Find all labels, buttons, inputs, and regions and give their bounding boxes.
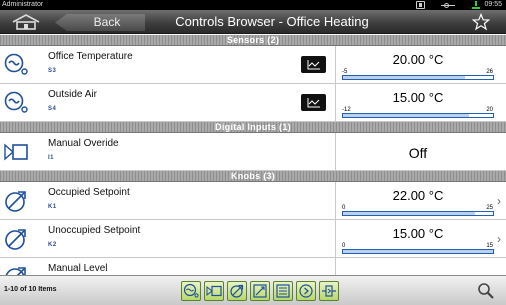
filter-knobs-button[interactable] bbox=[227, 281, 247, 301]
item-name: Unoccupied Setpoint bbox=[48, 225, 141, 236]
item-name: Office Temperature bbox=[48, 51, 133, 62]
item-id: S3 bbox=[48, 68, 57, 74]
item-id: K1 bbox=[48, 204, 57, 210]
item-count: 1-10 of 10 Items bbox=[4, 286, 57, 293]
home-icon bbox=[12, 14, 40, 30]
list-item-sensor[interactable]: Office Temperature S3 20.00 °C -5 26 bbox=[0, 46, 506, 84]
knob-icon bbox=[5, 229, 26, 250]
timer-icon bbox=[299, 284, 313, 298]
list-item-knob[interactable]: Manual Level bbox=[0, 258, 506, 275]
trend-chart-icon bbox=[307, 98, 320, 108]
vibrate-icon bbox=[416, 1, 425, 9]
title-bar: Back Controls Browser - Office Heating bbox=[0, 10, 506, 34]
item-id: S4 bbox=[48, 106, 57, 112]
trend-button[interactable] bbox=[301, 94, 326, 111]
filter-sensors-button[interactable] bbox=[181, 281, 201, 301]
chevron-right-icon[interactable]: › bbox=[497, 194, 501, 208]
sensor-icon bbox=[4, 91, 28, 113]
row-divider bbox=[335, 220, 336, 257]
row-divider bbox=[335, 133, 336, 170]
logic-icon bbox=[276, 284, 290, 298]
star-icon bbox=[471, 12, 491, 31]
item-id: I1 bbox=[48, 155, 55, 161]
value-bar bbox=[342, 75, 494, 80]
list-item-sensor[interactable]: Outside Air S4 15.00 °C -12 20 bbox=[0, 84, 506, 122]
row-divider bbox=[335, 258, 336, 275]
search-button[interactable] bbox=[477, 282, 495, 300]
knob-icon bbox=[5, 267, 26, 275]
value-bar bbox=[342, 211, 494, 216]
status-bar: Administrator 09:55 bbox=[0, 0, 506, 10]
filter-digital-inputs-button[interactable] bbox=[204, 281, 224, 301]
item-value: 20.00 °C bbox=[392, 52, 444, 67]
item-name: Occupied Setpoint bbox=[48, 187, 130, 198]
item-value: 22.00 °C bbox=[392, 188, 444, 203]
item-value: 15.00 °C bbox=[392, 90, 444, 105]
row-divider bbox=[335, 84, 336, 121]
list-item-digital-input[interactable]: Manual Overide I1 Off bbox=[0, 133, 506, 171]
filter-timers-button[interactable] bbox=[296, 281, 316, 301]
section-header-digital-inputs: Digital Inputs (1) bbox=[0, 122, 506, 133]
value-bar-fill bbox=[343, 76, 465, 79]
bottom-toolbar: 1-10 of 10 Items bbox=[0, 275, 506, 305]
chevron-right-icon[interactable]: › bbox=[497, 232, 501, 246]
list-item-knob[interactable]: Unoccupied Setpoint K2 15.00 °C 0 15 › bbox=[0, 220, 506, 258]
driver-icon bbox=[322, 285, 336, 297]
digital-input-icon bbox=[4, 143, 28, 161]
sensor-icon bbox=[183, 283, 199, 298]
knob-icon bbox=[5, 191, 26, 212]
status-time: 09:55 bbox=[484, 1, 502, 8]
favorite-button[interactable] bbox=[471, 12, 491, 31]
download-icon bbox=[471, 1, 481, 9]
filter-drivers-button[interactable] bbox=[319, 281, 339, 301]
knob-icon bbox=[230, 284, 244, 298]
value-bar bbox=[342, 113, 494, 118]
type-filter-group bbox=[181, 281, 342, 301]
search-icon bbox=[478, 283, 494, 299]
filter-logic-button[interactable] bbox=[273, 281, 293, 301]
page-title: Controls Browser - Office Heating bbox=[175, 14, 369, 29]
status-user: Administrator bbox=[2, 1, 44, 8]
sensor-icon bbox=[4, 53, 28, 75]
value-bar-fill bbox=[343, 250, 493, 253]
row-divider bbox=[335, 182, 336, 219]
value-bar-fill bbox=[343, 114, 469, 117]
list-item-knob[interactable]: Occupied Setpoint K1 22.00 °C 0 25 › bbox=[0, 182, 506, 220]
filter-switches-button[interactable] bbox=[250, 281, 270, 301]
controls-list[interactable]: Sensors (2) Office Temperature S3 20.00 … bbox=[0, 35, 506, 275]
item-value: 15.00 °C bbox=[392, 226, 444, 241]
section-header-sensors: Sensors (2) bbox=[0, 35, 506, 46]
item-id: K2 bbox=[48, 242, 57, 248]
back-button[interactable]: Back bbox=[55, 14, 145, 31]
item-name: Manual Overide bbox=[48, 138, 119, 149]
trend-chart-icon bbox=[307, 60, 320, 70]
trend-button[interactable] bbox=[301, 56, 326, 73]
row-divider bbox=[335, 46, 336, 83]
section-header-knobs: Knobs (3) bbox=[0, 171, 506, 182]
switch-icon bbox=[253, 284, 267, 298]
usb-icon bbox=[441, 1, 455, 9]
value-bar bbox=[342, 249, 494, 254]
item-name: Outside Air bbox=[48, 89, 97, 100]
item-state: Off bbox=[408, 145, 428, 161]
home-button[interactable] bbox=[9, 14, 43, 30]
value-bar-fill bbox=[343, 212, 475, 215]
digital-input-icon bbox=[206, 285, 222, 297]
item-name: Manual Level bbox=[48, 263, 108, 274]
